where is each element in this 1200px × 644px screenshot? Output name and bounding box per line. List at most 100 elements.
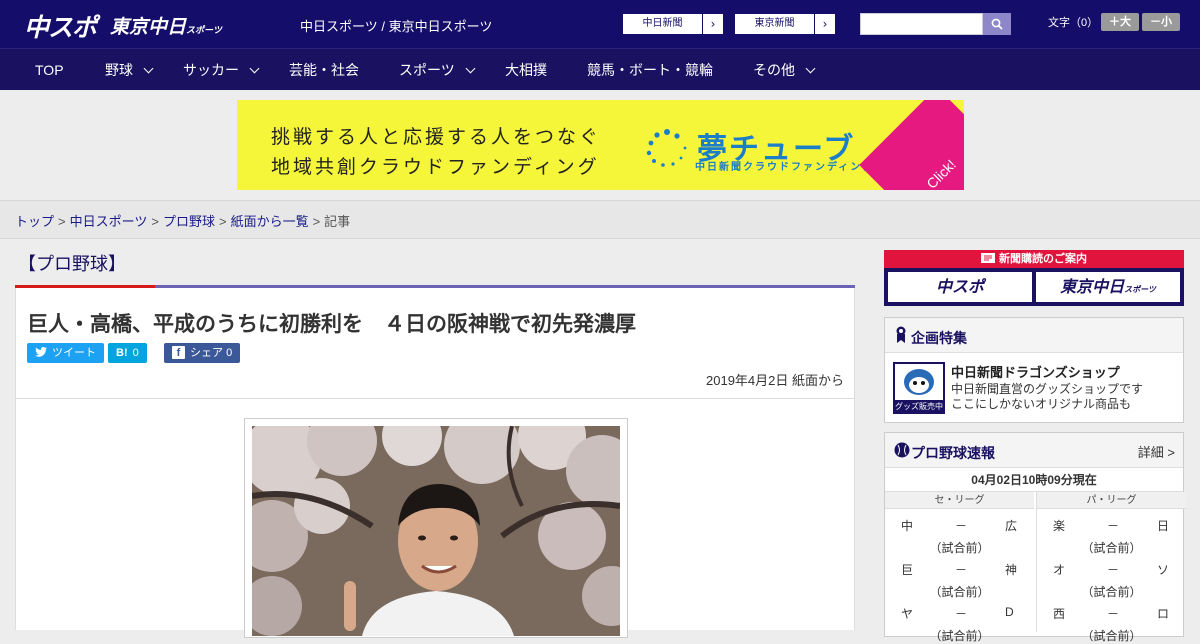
dragons-shop-logo: グッズ販売中 [893,362,945,414]
nav-item-baseball[interactable]: 野球 [105,49,154,91]
main-nav: TOP 野球 サッカー 芸能・社会 スポーツ 大相撲 競馬・ボート・競輪 その他 [0,48,1200,90]
header-bar: 中スポ 東京中日スポーツ 中日スポーツ / 東京中日スポーツ 中日新聞 › 東京… [0,0,1200,48]
font-decrease-button[interactable]: －小 [1142,13,1180,31]
tokyo-logo-text: 東京中日 [110,16,187,38]
nav-label: TOP [35,62,64,78]
subscription-header: 新聞購読のご案内 [884,250,1184,268]
article-card: 巨人・高橋、平成のうちに初勝利を ４日の阪神戦で初先発濃厚 ツイート B! 0 f… [15,288,855,638]
dots-logo-icon [646,129,687,167]
shop-title: 中日新聞ドラゴンズショップ [951,365,1120,380]
breadcrumb-separator: > [151,214,159,229]
nav-item-racing[interactable]: 競馬・ボート・競輪 [587,49,713,91]
chevron-down-icon [465,63,476,74]
article-photo-frame [244,418,628,638]
search-button[interactable] [983,13,1011,35]
nav-item-top[interactable]: TOP [35,49,64,91]
search-icon [991,18,1003,30]
subscribe-chuspo-button[interactable]: 中スポ [888,272,1032,302]
nav-label: 競馬・ボート・競輪 [587,62,713,78]
scores-timestamp: 04月02日10時09分現在 [885,468,1183,492]
shop-desc-line-1: 中日新聞直営のグッズショップです [951,382,1144,396]
baseball-scores-box: プロ野球速報 詳細 > 04月02日10時09分現在 セ・リーグ パ・リーグ 中… [884,432,1186,643]
game-status: （試合前） [1081,541,1142,555]
hatena-bookmark-button[interactable]: B! 0 [108,343,147,363]
breadcrumb-link[interactable]: 紙面から一覧 [231,214,309,229]
tokyo-shimbun-button[interactable]: 東京新聞 › [734,13,836,35]
breadcrumb-current: 記事 [324,214,351,229]
chevron-down-icon [249,63,260,74]
score-separator: － [1107,519,1120,533]
paper-button-label: 中日新聞 [623,14,703,34]
nav-item-entertainment[interactable]: 芸能・社会 [289,49,359,91]
subscribe-tokyo-chunichi-button[interactable]: 東京中日スポーツ [1036,272,1180,302]
away-team: 神 [1005,563,1018,577]
facebook-share-label: シェア [190,347,223,359]
home-team: 西 [1053,607,1066,621]
subscription-title: 新聞購読のご案内 [999,252,1087,265]
game-status: （試合前） [929,585,990,599]
breadcrumb-link[interactable]: プロ野球 [163,214,215,229]
scores-title: プロ野球速報 [911,445,995,461]
score-separator: － [955,563,968,577]
chuspo-logo[interactable]: 中スポ [24,8,97,44]
font-increase-button[interactable]: ＋大 [1101,13,1139,31]
subscribe-tokyo-label: 東京中日 [1060,277,1125,296]
tweet-button[interactable]: ツイート [27,343,104,363]
article-photo[interactable] [252,426,620,636]
breadcrumb-separator: > [218,214,227,229]
baseball-icon [894,442,910,458]
nav-item-other[interactable]: その他 [753,49,816,91]
home-team: オ [1053,563,1066,577]
ribbon-icon [896,326,906,343]
subscription-box: 新聞購読のご案内 中スポ 東京中日スポーツ [884,250,1184,306]
newspaper-icon [981,253,995,263]
score-separator: － [1107,607,1120,621]
away-team: 広 [1005,519,1018,533]
feature-box: 企画特集 グッズ販売中 中日新聞ドラゴンズショップ 中日新聞直営のグッズショップ… [884,317,1184,423]
chunichi-shimbun-button[interactable]: 中日新聞 › [622,13,724,35]
breadcrumb-link[interactable]: トップ [15,214,54,229]
breadcrumb-separator: > [58,214,66,229]
article-divider [16,398,854,399]
feature-header: 企画特集 [885,318,1183,353]
article-headline: 巨人・高橋、平成のうちに初勝利を ４日の阪神戦で初先発濃厚 [27,313,636,336]
font-size-label: 文字（0） [1048,17,1099,29]
crowdfunding-banner[interactable]: 挑戦する人と応援する人をつなぐ 地域共創クラウドファンディング 夢チューブ 中日… [237,100,964,190]
search-input[interactable] [860,13,983,35]
feature-title: 企画特集 [911,330,967,346]
facebook-share-button[interactable]: f シェア 0 [164,343,241,363]
home-team: 巨 [901,563,914,577]
tweet-label: ツイート [52,347,96,359]
banner-line-2: 地域共創クラウドファンディング [271,156,600,178]
nav-item-sumo[interactable]: 大相撲 [505,49,547,91]
away-team: ソ [1157,563,1170,577]
scores-header: プロ野球速報 詳細 > [885,433,1183,468]
league-divider [1036,492,1037,632]
paper-button-label: 東京新聞 [735,14,815,34]
nav-item-sports[interactable]: スポーツ [399,49,476,91]
shop-description: 中日新聞直営のグッズショップです ここにしかないオリジナル商品も [951,382,1171,412]
subscribe-tokyo-small: スポーツ [1124,285,1156,294]
nav-label: 大相撲 [505,62,547,78]
hatena-count: 0 [132,347,139,359]
pacific-league-label: パ・リーグ [1037,492,1186,509]
shop-desc-line-2: ここにしかないオリジナル商品も [951,397,1132,411]
chevron-down-icon [143,63,154,74]
away-team: ロ [1157,607,1170,621]
nav-label: スポーツ [399,62,455,78]
hatena-icon: B! [116,347,128,359]
nav-label: 芸能・社会 [289,62,359,78]
article-category: 【プロ野球】 [18,254,126,274]
banner-line-1: 挑戦する人と応援する人をつなぐ [271,126,602,148]
chevron-right-icon: › [822,17,828,31]
scores-detail-link[interactable]: 詳細 > [1138,442,1175,461]
breadcrumb-separator: > [312,214,321,229]
player-photo-image [252,426,620,636]
shop-logo-text: グッズ販売中 [895,401,943,411]
nav-item-soccer[interactable]: サッカー [183,49,260,91]
game-status: （試合前） [929,541,990,555]
breadcrumb-link[interactable]: 中日スポーツ [70,214,148,229]
home-team: 楽 [1053,519,1066,533]
tokyo-chunichi-logo[interactable]: 東京中日スポーツ [110,12,222,39]
banner-brand-sub: 中日新聞クラウドファンディング [695,162,875,173]
